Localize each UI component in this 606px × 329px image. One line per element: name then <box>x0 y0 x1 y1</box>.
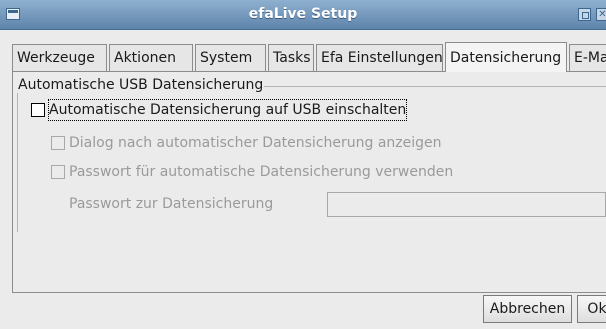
tab-aktionen[interactable]: Aktionen <box>109 44 193 72</box>
tab-datensicherung[interactable]: Datensicherung <box>445 42 567 72</box>
group-border-left <box>17 86 18 232</box>
enable-usb-backup-box[interactable] <box>31 103 45 117</box>
use-password-box[interactable] <box>51 165 65 179</box>
tab-email[interactable]: E-Mail <box>569 44 606 72</box>
setup-window: efaLive Setup ✕ Werkzeuge Aktionen Syste… <box>0 0 606 329</box>
enable-usb-backup-label[interactable]: Automatische Datensicherung auf USB eins… <box>47 99 408 121</box>
use-password-label[interactable]: Passwort für automatische Datensicherung… <box>69 162 453 182</box>
tab-bar: Werkzeuge Aktionen System Tasks Efa Eins… <box>12 42 606 72</box>
window-title: efaLive Setup <box>248 6 358 22</box>
group-title-usb-backup: Automatische USB Datensicherung <box>17 77 265 93</box>
ok-button[interactable]: Ok <box>577 295 606 323</box>
tab-werkzeuge[interactable]: Werkzeuge <box>12 44 107 72</box>
tab-system[interactable]: System <box>195 44 266 72</box>
minimize-icon[interactable] <box>578 8 591 21</box>
title-bar[interactable]: efaLive Setup ✕ <box>0 0 606 30</box>
show-dialog-label[interactable]: Dialog nach automatischer Datensicherung… <box>69 133 442 153</box>
password-field[interactable] <box>327 192 606 217</box>
password-label: Passwort zur Datensicherung <box>69 196 274 212</box>
close-icon[interactable]: ✕ <box>596 8 606 21</box>
show-dialog-box[interactable] <box>51 136 65 150</box>
tab-tasks[interactable]: Tasks <box>268 44 314 72</box>
tab-efa-einstellungen[interactable]: Efa Einstellungen <box>316 44 443 72</box>
cancel-button[interactable]: Abbrechen <box>483 295 572 323</box>
